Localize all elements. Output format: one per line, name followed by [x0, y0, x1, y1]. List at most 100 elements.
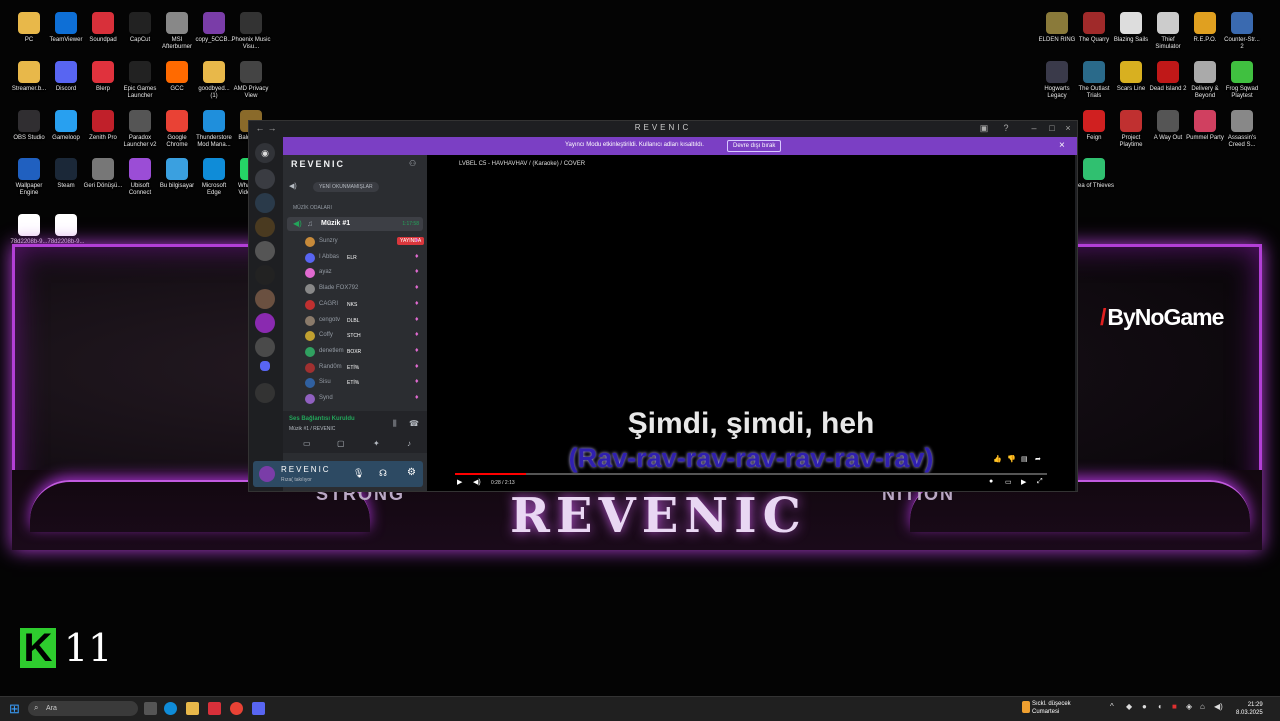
desktop-icon[interactable]: Paradox Launcher v2 — [120, 110, 160, 149]
server-icon[interactable] — [255, 217, 275, 237]
desktop-icon[interactable]: Hogwarts Legacy — [1037, 61, 1077, 100]
desktop-icon[interactable]: copy_5CCB... — [194, 12, 234, 44]
desktop-icon[interactable]: Sea of Thieves — [1074, 158, 1114, 190]
desktop-icon[interactable]: PC — [9, 12, 49, 44]
help-icon[interactable]: ? — [999, 123, 1013, 133]
server-icon[interactable] — [255, 241, 275, 261]
server-icon[interactable] — [255, 383, 275, 403]
network-icon[interactable]: ⌂ — [1200, 702, 1205, 711]
voice-member[interactable]: I Abbas ELR ♦ — [305, 251, 423, 265]
tray-chevron-icon[interactable]: ^ — [1110, 702, 1114, 711]
desktop-icon[interactable]: Wallpaper Engine — [9, 158, 49, 197]
tray-app-icon[interactable]: ◈ — [1186, 702, 1192, 711]
avatar[interactable] — [259, 466, 275, 482]
dislike-icon[interactable]: 👎 — [1007, 455, 1016, 463]
tray-app-icon[interactable]: ◐ — [1158, 702, 1163, 711]
like-icon[interactable]: 👍 — [993, 455, 1002, 463]
video-progress-bar[interactable] — [455, 473, 1047, 475]
taskbar-search[interactable]: ⌕ Ara — [28, 701, 138, 716]
voice-member[interactable]: denetlem BOXR ♦ — [305, 345, 423, 359]
server-icon[interactable] — [255, 337, 275, 357]
desktop-icon[interactable]: Zenith Pro — [83, 110, 123, 142]
volume-icon[interactable]: ◀) — [473, 478, 481, 486]
weather-icon[interactable] — [1022, 701, 1030, 713]
screen-share-icon[interactable]: ▢ — [337, 439, 345, 448]
desktop-icon[interactable]: Scars Line — [1111, 61, 1151, 93]
desktop-icon[interactable]: R.E.P.O. — [1185, 12, 1225, 44]
voice-channel-item[interactable]: ◀) ♫ Müzik #1 1:17:58 — [287, 217, 423, 231]
chrome-icon[interactable] — [230, 702, 243, 715]
task-view-icon[interactable] — [144, 702, 157, 715]
desktop-icon[interactable]: Blerp — [83, 61, 123, 93]
voice-member[interactable]: Sisu ETİ% ♦ — [305, 376, 423, 390]
desktop-icon[interactable]: Counter-Str... 2 — [1222, 12, 1262, 51]
file-explorer-icon[interactable] — [186, 702, 199, 715]
desktop-icon[interactable]: 78d2208b-9... — [46, 214, 86, 246]
weather-widget[interactable]: Sıckl. düşecek Cumartesi — [1032, 700, 1071, 716]
youtube-icon[interactable]: ▶ — [1021, 478, 1026, 486]
voice-location-text[interactable]: Müzik #1 / REVENIC — [289, 426, 335, 432]
maximize-button[interactable]: □ — [1045, 123, 1059, 133]
taskbar-clock[interactable]: 21:29 8.03.2025 — [1236, 701, 1263, 717]
category-label[interactable]: MÜZİK ODALARI — [293, 205, 332, 211]
inbox-icon[interactable]: ▣ — [977, 123, 991, 134]
microphone-icon[interactable]: 🎙 — [353, 468, 364, 479]
desktop-icon[interactable]: Delivery & Beyond — [1185, 61, 1225, 100]
guild-name[interactable]: REVENIC — [291, 159, 345, 169]
desktop-icon[interactable]: Assassin's Creed S... — [1222, 110, 1262, 149]
voice-member[interactable]: Rand0m ETİ% ♦ — [305, 361, 423, 375]
desktop-icon[interactable]: ELDEN RING — [1037, 12, 1077, 44]
desktop-icon[interactable]: A Way Out — [1148, 110, 1188, 142]
play-icon[interactable]: ▶ — [457, 478, 462, 486]
folder-icon[interactable] — [260, 361, 270, 371]
desktop-icon[interactable]: MSI Afterburner — [157, 12, 197, 51]
desktop-icon[interactable]: CapCut — [120, 12, 160, 44]
server-icon-revenic[interactable] — [255, 313, 275, 333]
desktop-icon[interactable]: goodbyed... (1) — [194, 61, 234, 100]
desktop-icon[interactable]: Epic Games Launcher — [120, 61, 160, 100]
desktop-icon[interactable]: Project Playtime — [1111, 110, 1151, 149]
share-icon[interactable]: ➦ — [1035, 455, 1041, 463]
desktop-icon[interactable]: Steam — [46, 158, 86, 190]
server-icon[interactable] — [255, 193, 275, 213]
desktop-icon[interactable]: The Outlast Trials — [1074, 61, 1114, 100]
voice-member[interactable]: Sunzry YAYINDA ♦ — [305, 235, 425, 249]
video-player[interactable]: LVBEL C5 - HAVHAVHAV / (Karaoke) / COVER… — [427, 155, 1075, 491]
voice-member[interactable]: ayaz ♦ — [305, 266, 423, 280]
server-icon[interactable] — [255, 289, 275, 309]
app-icon[interactable] — [208, 702, 221, 715]
desktop-icon[interactable]: AMD Privacy View — [231, 61, 271, 100]
settings-icon[interactable]: ● — [989, 478, 993, 485]
settings-gear-icon[interactable]: ⚙ — [407, 467, 416, 478]
desktop-icon[interactable]: Thief Simulator — [1148, 12, 1188, 51]
desktop-icon[interactable]: Discord — [46, 61, 86, 93]
desktop-icon[interactable]: Dead Island 2 — [1148, 61, 1188, 93]
server-icon[interactable] — [255, 265, 275, 285]
discord-home-icon[interactable]: ◉ — [255, 143, 275, 163]
disconnect-icon[interactable]: ☎ — [409, 419, 419, 428]
tray-app-icon[interactable]: ● — [1142, 702, 1147, 711]
desktop-icon[interactable]: Microsoft Edge — [194, 158, 234, 197]
headphones-icon[interactable]: ☊ — [379, 468, 387, 479]
speaker-icon[interactable]: ◀) — [1214, 702, 1223, 711]
minimize-button[interactable]: – — [1027, 123, 1041, 133]
voice-member[interactable]: Blade FOX792 ♦ — [305, 282, 423, 296]
edge-icon[interactable] — [164, 702, 177, 715]
voice-status-text[interactable]: Ses Bağlantısı Kuruldu — [289, 416, 355, 422]
desktop-icon[interactable]: GCC — [157, 61, 197, 93]
desktop-icon[interactable]: Feign — [1074, 110, 1114, 142]
fullscreen-icon[interactable]: ⤢ — [1037, 478, 1043, 486]
soundboard-icon[interactable]: ♪ — [407, 439, 411, 448]
desktop-icon[interactable]: Gameloop — [46, 110, 86, 142]
voice-member[interactable]: Coffy STCH ♦ — [305, 329, 423, 343]
start-windows-icon[interactable]: ⊞ — [9, 701, 20, 717]
banner-close-icon[interactable]: × — [1059, 140, 1065, 151]
unread-pill[interactable]: YENİ OKUNMAMIŞLAR — [313, 182, 379, 192]
desktop-icon[interactable]: Bu bilgisayar — [157, 158, 197, 190]
voice-member[interactable]: CAGRI NKS ♦ — [305, 298, 423, 312]
desktop-icon[interactable]: Streamer.b... — [9, 61, 49, 93]
desktop-icon[interactable]: Soundpad — [83, 12, 123, 44]
voice-member[interactable]: cengotv DLBL ♦ — [305, 314, 423, 328]
speaker-icon[interactable]: ◀) — [289, 182, 297, 190]
tray-app-icon[interactable]: ◆ — [1126, 702, 1132, 711]
